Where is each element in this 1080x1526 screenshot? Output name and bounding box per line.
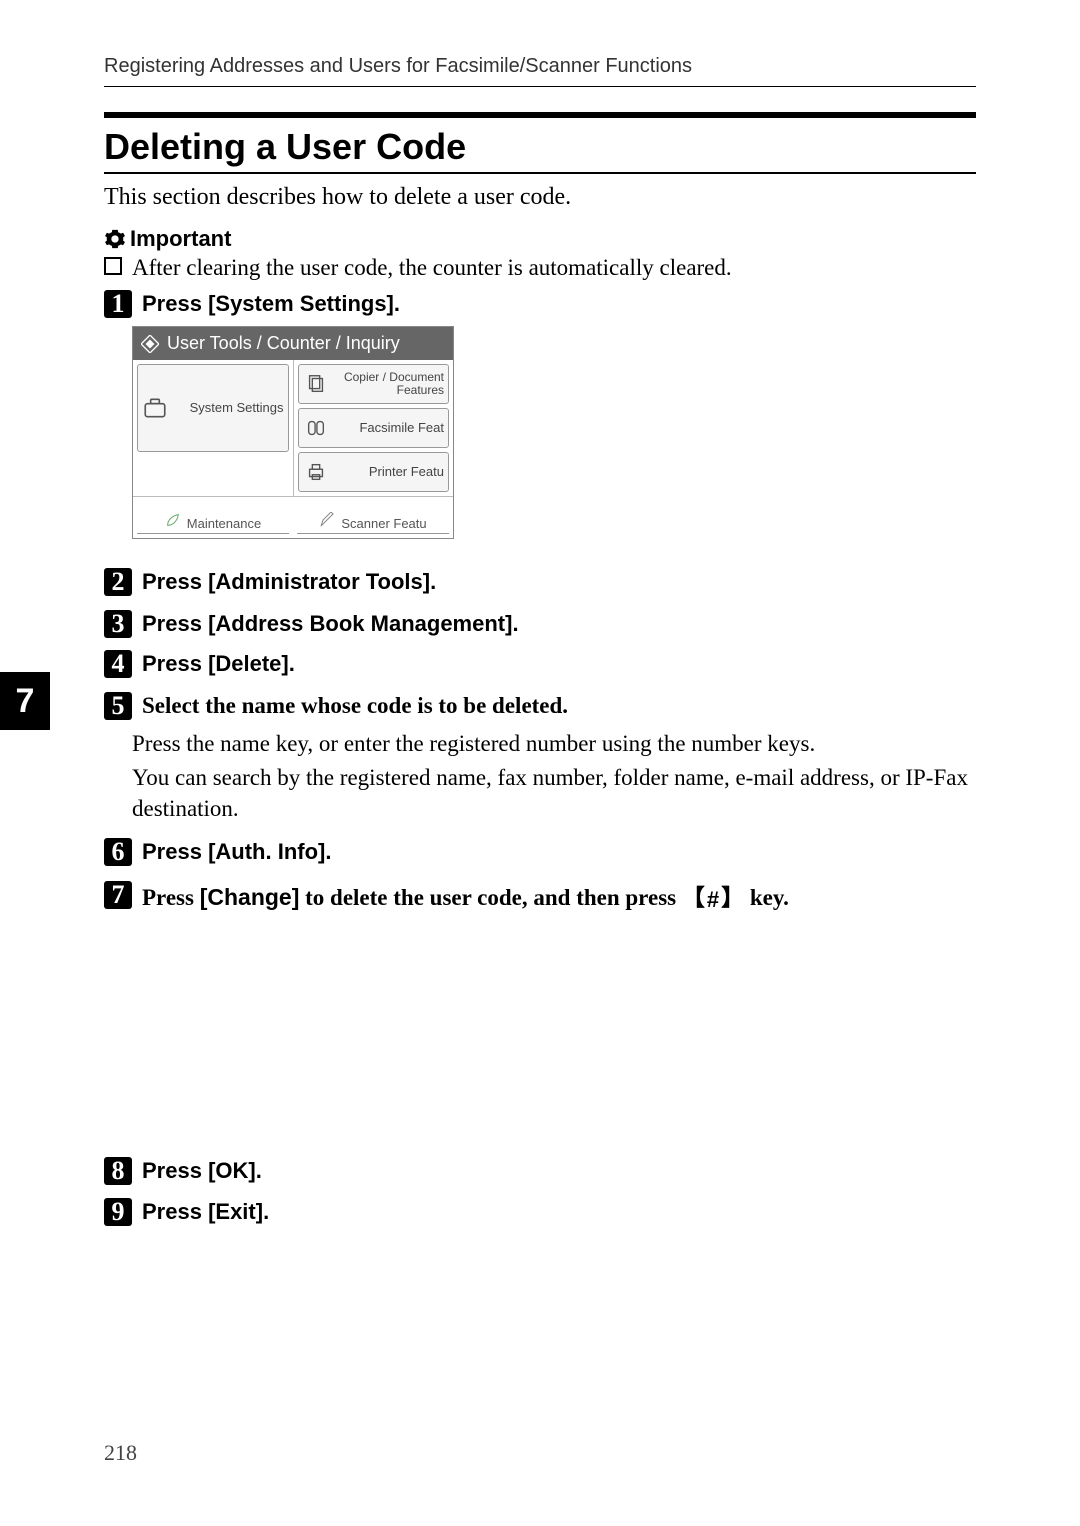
title-rule <box>104 172 976 174</box>
important-heading: Important <box>104 226 231 252</box>
section-bar <box>104 112 976 118</box>
step-4-pre: Press <box>142 651 208 676</box>
important-bullet: After clearing the user code, the counte… <box>104 255 732 281</box>
step-number-icon: 1 <box>104 290 132 318</box>
step-5-para-1: Press the name key, or enter the registe… <box>132 728 976 759</box>
leaf-icon <box>165 512 181 531</box>
step-number-icon: 3 <box>104 610 132 638</box>
step-8-pre: Press <box>142 1158 208 1183</box>
ss-title-text: User Tools / Counter / Inquiry <box>167 333 400 354</box>
toolbox-icon <box>142 395 168 421</box>
page-number: 218 <box>104 1440 137 1466</box>
step-6: 6 Press [Auth. Info]. <box>104 838 976 866</box>
hash-right-bracket: 】 <box>721 885 744 910</box>
step-number-icon: 9 <box>104 1198 132 1226</box>
step-1-pre: Press <box>142 291 208 316</box>
step-4-button-ref: [Delete] <box>208 651 289 676</box>
step-7-post: key. <box>744 885 789 910</box>
scanner-label: Scanner Featu <box>341 516 426 531</box>
printer-features-button[interactable]: Printer Featu <box>298 452 450 492</box>
section-title: Deleting a User Code <box>104 126 466 168</box>
facsimile-features-button[interactable]: Facsimile Feat <box>298 408 450 448</box>
step-number-icon: 2 <box>104 568 132 596</box>
step-9: 9 Press [Exit]. <box>104 1198 976 1226</box>
bullet-icon <box>104 257 122 275</box>
step-5: 5 Select the name whose code is to be de… <box>104 692 976 720</box>
printer-icon <box>303 459 329 485</box>
fax-label: Facsimile Feat <box>335 421 445 435</box>
fax-icon <box>303 415 329 441</box>
copier-label: Copier / Document Features <box>335 371 445 397</box>
step-1-post: . <box>394 291 400 316</box>
step-2-button-ref: [Administrator Tools] <box>208 569 430 594</box>
step-2-post: . <box>430 569 436 594</box>
step-7-mid: to delete the user code, and then press <box>299 885 681 910</box>
maintenance-button[interactable]: Maintenance <box>137 501 289 534</box>
important-text: After clearing the user code, the counte… <box>132 255 732 280</box>
step-9-button-ref: [Exit] <box>208 1199 263 1224</box>
step-8-button-ref: [OK] <box>208 1158 256 1183</box>
important-icon <box>104 228 126 250</box>
step-2: 2 Press [Administrator Tools]. <box>104 568 976 596</box>
header-rule <box>104 86 976 87</box>
step-9-post: . <box>263 1199 269 1224</box>
step-number-icon: 4 <box>104 650 132 678</box>
step-3: 3 Press [Address Book Management]. <box>104 610 976 638</box>
ui-screenshot: User Tools / Counter / Inquiry System Se… <box>132 326 454 539</box>
step-number-icon: 6 <box>104 838 132 866</box>
step-6-button-ref: [Auth. Info] <box>208 839 325 864</box>
important-label: Important <box>130 226 231 252</box>
step-8-post: . <box>256 1158 262 1183</box>
step-4-post: . <box>289 651 295 676</box>
scanner-features-button[interactable]: Scanner Featu <box>297 501 449 534</box>
intro-text: This section describes how to delete a u… <box>104 184 571 211</box>
step-5-para-2: You can search by the registered name, f… <box>132 762 976 824</box>
maintenance-label: Maintenance <box>187 516 261 531</box>
printer-label: Printer Featu <box>335 465 445 479</box>
step-3-pre: Press <box>142 611 208 636</box>
copier-features-button[interactable]: Copier / Document Features <box>298 364 450 404</box>
copier-icon <box>303 371 329 397</box>
system-settings-label: System Settings <box>174 401 284 415</box>
step-number-icon: 8 <box>104 1157 132 1185</box>
hash-left-bracket: 【 <box>682 885 705 910</box>
diamond-icon <box>141 335 159 353</box>
system-settings-button[interactable]: System Settings <box>137 364 289 452</box>
step-number-icon: 5 <box>104 692 132 720</box>
running-header: Registering Addresses and Users for Facs… <box>104 55 692 78</box>
chapter-tab: 7 <box>0 672 50 730</box>
ss-titlebar: User Tools / Counter / Inquiry <box>133 327 453 360</box>
step-7-pre: Press <box>142 885 200 910</box>
step-1-button-ref: [System Settings] <box>208 291 394 316</box>
pen-icon <box>319 512 335 531</box>
step-3-post: . <box>512 611 518 636</box>
step-6-pre: Press <box>142 839 208 864</box>
step-2-pre: Press <box>142 569 208 594</box>
step-3-button-ref: [Address Book Management] <box>208 611 512 636</box>
step-1: 1 Press [System Settings]. <box>104 290 976 318</box>
step-9-pre: Press <box>142 1199 208 1224</box>
hash-key-icon: # <box>705 887 721 913</box>
step-number-icon: 7 <box>104 881 132 909</box>
step-7-button-ref: [Change] <box>200 884 300 910</box>
step-8: 8 Press [OK]. <box>104 1157 976 1185</box>
step-5-text: Select the name whose code is to be dele… <box>142 693 568 718</box>
step-6-post: . <box>325 839 331 864</box>
step-7: 7 Press [Change] to delete the user code… <box>104 878 976 913</box>
step-4: 4 Press [Delete]. <box>104 650 976 678</box>
